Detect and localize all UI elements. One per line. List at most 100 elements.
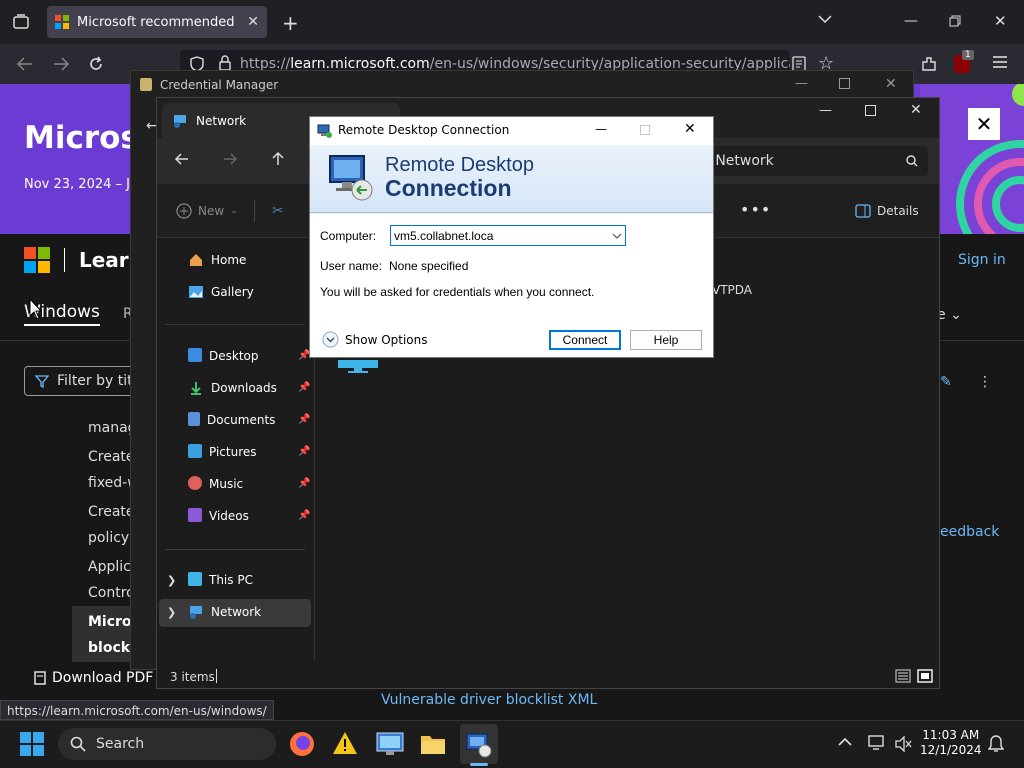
- expand-chevron-icon[interactable]: ❯: [167, 606, 176, 619]
- nav-item-desktop[interactable]: Desktop: [188, 344, 259, 368]
- volume-muted-icon[interactable]: [894, 736, 912, 752]
- nav-label: Videos: [209, 509, 249, 523]
- explorer-tab-title: Network: [196, 113, 247, 128]
- reload-icon[interactable]: [87, 55, 105, 73]
- close-window-icon[interactable]: ✕: [994, 12, 1007, 30]
- remote-desktop-monitor-icon: [326, 152, 376, 202]
- hero-close-button[interactable]: ✕: [968, 108, 1000, 140]
- details-button[interactable]: Details: [855, 204, 919, 218]
- notification-bell-icon[interactable]: [988, 735, 1004, 753]
- nav-item-downloads[interactable]: Downloads: [188, 376, 277, 400]
- nav-item-network[interactable]: Network: [188, 600, 261, 624]
- status-url-tooltip: https://learn.microsoft.com/en-us/window…: [0, 700, 274, 720]
- details-view-icon[interactable]: [895, 669, 911, 683]
- blocklist-link[interactable]: Vulnerable driver blocklist XML: [381, 692, 597, 708]
- download-pdf-button[interactable]: Download PDF: [34, 670, 153, 686]
- toc-item[interactable]: Create: [88, 504, 135, 520]
- pin-icon[interactable]: 📌: [298, 510, 310, 521]
- active-app-indicator: [470, 763, 488, 766]
- toc-item[interactable]: policy: [88, 530, 129, 546]
- file-explorer-icon[interactable]: [420, 732, 446, 756]
- nav-item-videos[interactable]: Videos: [188, 504, 249, 528]
- rdp-app-icon: [317, 123, 333, 139]
- new-button[interactable]: New ⌄: [176, 203, 238, 219]
- pin-icon[interactable]: 📌: [298, 414, 310, 425]
- cred-minimize-icon[interactable]: —: [795, 76, 808, 91]
- minimize-icon[interactable]: —: [904, 13, 918, 29]
- computer-icon: [188, 571, 202, 589]
- feedback-link[interactable]: eedback: [940, 524, 999, 540]
- learn-right-dropdown[interactable]: e ⌄: [937, 307, 962, 323]
- toc-item[interactable]: Create: [88, 449, 135, 465]
- taskbar-search[interactable]: Search: [58, 728, 276, 760]
- tab-overflow-chevron-icon[interactable]: [818, 14, 832, 24]
- restore-icon[interactable]: [949, 15, 961, 27]
- explorer-search-input[interactable]: h Network: [690, 146, 928, 176]
- signin-link[interactable]: Sign in: [958, 252, 1006, 268]
- warning-app-icon[interactable]: [332, 730, 358, 756]
- rdp-minimize-icon[interactable]: —: [595, 122, 607, 136]
- tab-list-icon[interactable]: [12, 13, 30, 31]
- details-pane-icon: [855, 204, 871, 218]
- network-item-label[interactable]: VTPDA: [712, 283, 752, 297]
- tray-chevron-up-icon[interactable]: [838, 737, 852, 747]
- explorer-forward-icon[interactable]: [222, 151, 238, 167]
- cred-close-icon[interactable]: ✕: [885, 76, 897, 92]
- extensions-icon[interactable]: [920, 55, 938, 73]
- edit-pencil-icon[interactable]: ✎: [940, 374, 952, 390]
- control-panel-icon[interactable]: [376, 731, 404, 757]
- search-icon: [906, 155, 918, 167]
- hamburger-menu-icon[interactable]: [992, 55, 1008, 69]
- nav-item-gallery[interactable]: Gallery: [188, 280, 254, 304]
- filter-icon: [35, 374, 49, 388]
- plus-circle-icon: [176, 203, 192, 219]
- rdp-close-icon[interactable]: ✕: [684, 121, 696, 137]
- explorer-back-icon[interactable]: [174, 151, 190, 167]
- explorer-close-icon[interactable]: ✕: [910, 102, 922, 118]
- nav-item-this-pc[interactable]: This PC: [188, 568, 253, 592]
- pin-icon[interactable]: 📌: [298, 478, 310, 489]
- pin-icon[interactable]: 📌: [298, 446, 310, 457]
- rdp-title: Remote Desktop Connection: [338, 123, 510, 137]
- network-computer-icon[interactable]: [336, 360, 380, 374]
- explorer-maximize-icon[interactable]: [865, 105, 876, 116]
- toc-item[interactable]: Contro: [88, 585, 135, 601]
- nav-item-pictures[interactable]: Pictures: [188, 440, 257, 464]
- explorer-up-icon[interactable]: [270, 151, 286, 167]
- microsoft-logo-icon[interactable]: [24, 247, 50, 273]
- tiles-view-icon[interactable]: [917, 669, 933, 683]
- gallery-icon: [188, 284, 204, 300]
- expand-chevron-icon[interactable]: ❯: [167, 574, 176, 587]
- show-options-toggle[interactable]: Show Options: [322, 331, 428, 348]
- forward-icon[interactable]: [52, 55, 70, 73]
- pin-icon[interactable]: 📌: [298, 382, 310, 393]
- help-button[interactable]: Help: [630, 330, 702, 350]
- details-label: Details: [877, 204, 919, 218]
- see-more-icon[interactable]: •••: [740, 200, 771, 219]
- network-tray-icon[interactable]: [868, 735, 886, 751]
- taskbar-clock[interactable]: 11:03 AM 12/1/2024: [920, 728, 982, 758]
- nav-item-documents[interactable]: Documents: [188, 408, 275, 432]
- network-icon: [172, 113, 188, 129]
- rdp-maximize-icon: [640, 125, 650, 135]
- lock-icon[interactable]: [218, 55, 232, 71]
- firefox-icon[interactable]: [288, 730, 316, 758]
- remote-desktop-taskbar-icon[interactable]: [465, 731, 493, 759]
- computer-input[interactable]: [390, 225, 626, 246]
- back-icon[interactable]: [16, 55, 34, 73]
- explorer-minimize-icon[interactable]: —: [819, 103, 832, 118]
- connect-button[interactable]: Connect: [549, 330, 621, 350]
- microsoft-favicon-icon: [55, 15, 69, 29]
- nav-item-home[interactable]: Home: [188, 248, 246, 272]
- download-arrow-icon: [188, 380, 204, 396]
- browser-tab[interactable]: Microsoft recommended driver ✕: [47, 6, 267, 38]
- close-tab-icon[interactable]: ✕: [247, 14, 259, 30]
- computer-dropdown-chevron-icon[interactable]: [610, 228, 624, 244]
- chevron-down-icon: ⌄: [230, 206, 238, 216]
- new-tab-icon[interactable]: +: [282, 11, 299, 35]
- cut-icon[interactable]: ✂: [272, 203, 284, 219]
- nav-item-music[interactable]: Music: [188, 472, 243, 496]
- more-options-icon[interactable]: ⋮: [978, 374, 992, 390]
- windows-start-icon[interactable]: [20, 732, 44, 756]
- cred-maximize-icon[interactable]: [839, 78, 850, 89]
